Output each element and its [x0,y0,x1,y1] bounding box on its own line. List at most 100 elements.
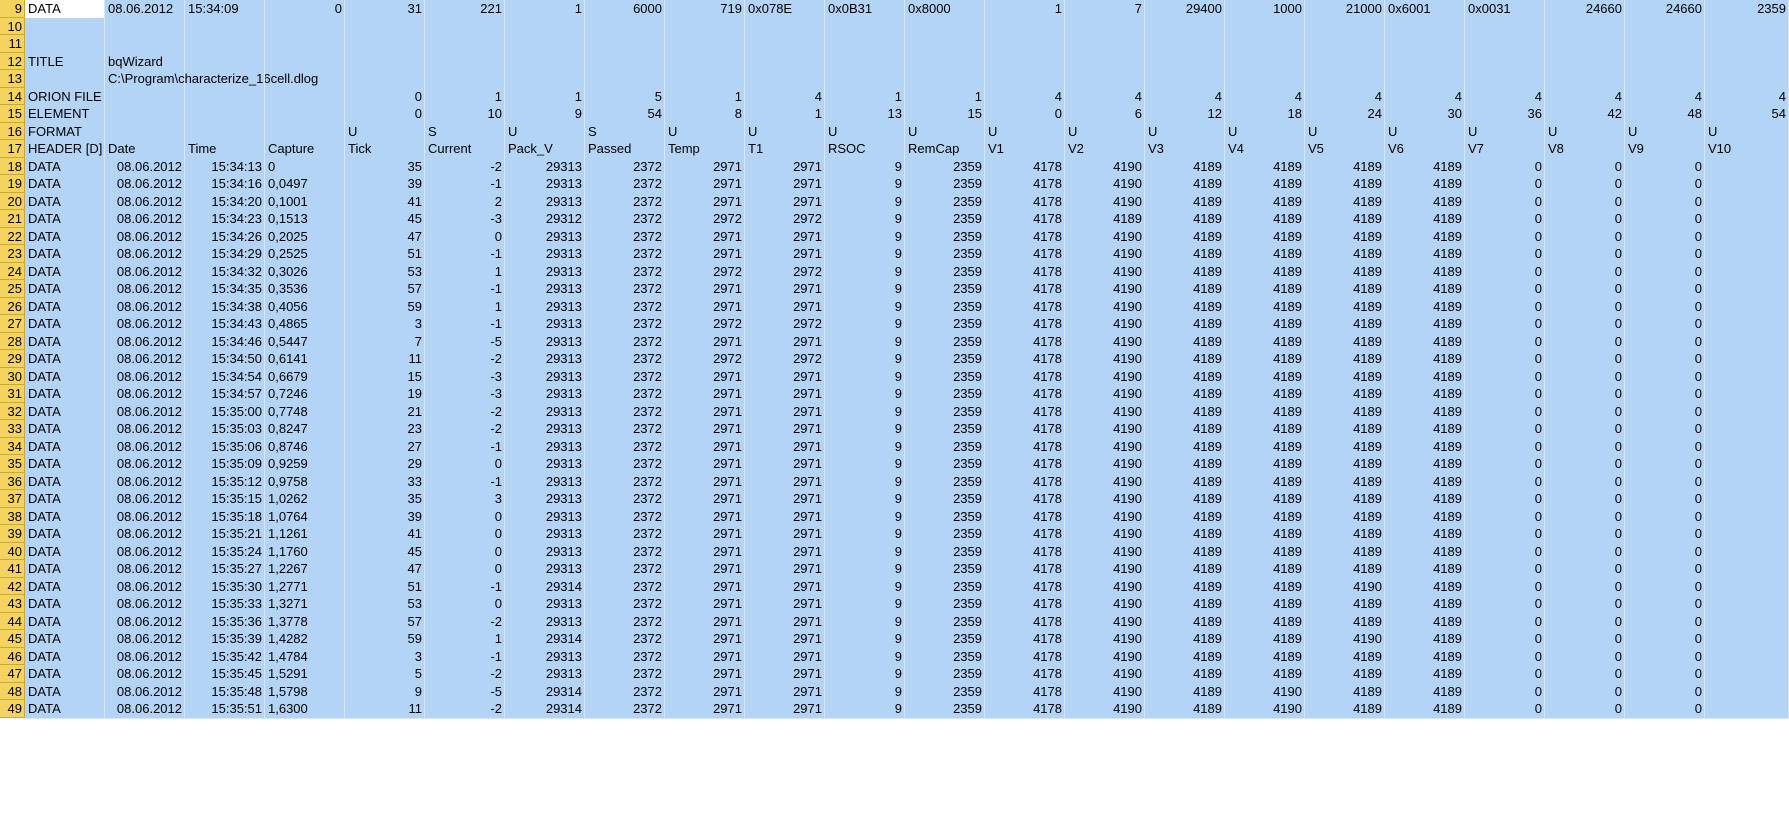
cell[interactable]: U [1305,122,1385,140]
cell[interactable]: 0 [1465,630,1545,648]
cell[interactable]: 4190 [1065,157,1145,175]
cell[interactable]: 2971 [665,332,745,350]
cell[interactable]: 4 [1465,87,1545,105]
cell[interactable]: 4189 [1385,455,1465,473]
cell[interactable]: 0,6141 [265,350,345,368]
cell[interactable]: 08.06.2012 [105,525,185,543]
cell[interactable]: 1 [665,87,745,105]
cell[interactable]: 12 [1145,105,1225,123]
cell[interactable] [745,70,825,88]
cell[interactable]: 4 [745,87,825,105]
cell[interactable]: 2972 [665,262,745,280]
cell[interactable]: 4189 [1145,472,1225,490]
cell[interactable]: 2972 [665,350,745,368]
cell[interactable]: 08.06.2012 [105,315,185,333]
cell[interactable]: 4189 [1145,700,1225,718]
cell[interactable]: 9 [825,647,905,665]
cell[interactable]: 2 [425,192,505,210]
cell[interactable]: 4178 [985,227,1065,245]
cell[interactable]: 0x078E [745,0,825,18]
cell[interactable] [265,52,345,70]
cell[interactable]: 4189 [1305,507,1385,525]
cell[interactable] [265,122,345,140]
cell[interactable]: 4189 [1385,315,1465,333]
cell[interactable]: U [1545,122,1625,140]
cell[interactable]: 39 [345,175,425,193]
cell[interactable]: 2971 [745,175,825,193]
cell[interactable]: 4189 [1225,437,1305,455]
row-header[interactable]: 42 [0,577,25,595]
cell[interactable]: 0 [425,227,505,245]
cell[interactable]: 53 [345,595,425,613]
cell[interactable]: 4189 [1305,682,1385,700]
cell[interactable]: 4178 [985,297,1065,315]
cell[interactable]: 0x0031 [1465,0,1545,18]
cell[interactable]: 3 [345,315,425,333]
cell[interactable]: V8 [1545,140,1625,158]
cell[interactable] [1705,35,1789,53]
cell[interactable]: 08.06.2012 [105,280,185,298]
cell[interactable]: 2971 [665,402,745,420]
cell[interactable]: 4189 [1385,490,1465,508]
cell[interactable]: 29313 [505,420,585,438]
cell[interactable]: 4189 [1145,577,1225,595]
cell[interactable] [1705,332,1789,350]
cell[interactable]: 4178 [985,262,1065,280]
row-header[interactable]: 33 [0,420,25,438]
cell[interactable]: 6000 [585,0,665,18]
cell[interactable] [665,35,745,53]
cell[interactable]: 08.06.2012 [105,245,185,263]
cell[interactable]: 1,5798 [265,682,345,700]
cell[interactable]: -1 [425,245,505,263]
cell[interactable]: 2971 [665,700,745,718]
cell[interactable]: 4189 [1225,595,1305,613]
cell[interactable] [1385,17,1465,35]
cell[interactable]: 0 [1465,542,1545,560]
cell[interactable] [825,52,905,70]
cell[interactable]: 0 [1465,227,1545,245]
cell[interactable]: DATA [25,472,105,490]
cell[interactable]: 4178 [985,437,1065,455]
cell[interactable] [1705,385,1789,403]
cell[interactable]: 1 [825,87,905,105]
cell[interactable]: 2359 [905,175,985,193]
cell[interactable]: RemCap [905,140,985,158]
cell[interactable]: 719 [665,0,745,18]
cell[interactable] [1545,70,1625,88]
cell[interactable] [1625,52,1705,70]
cell[interactable]: bqWizard [105,52,185,70]
cell[interactable]: 08.06.2012 [105,595,185,613]
cell[interactable]: 4178 [985,542,1065,560]
cell[interactable]: 4190 [1065,630,1145,648]
cell[interactable]: 2372 [585,280,665,298]
cell[interactable]: 08.06.2012 [105,385,185,403]
cell[interactable]: 0 [1545,472,1625,490]
cell[interactable]: 0 [1625,490,1705,508]
cell[interactable]: 2359 [905,665,985,683]
cell[interactable]: 15:34:54 [185,367,265,385]
cell[interactable]: 4189 [1145,542,1225,560]
cell[interactable]: 45 [345,542,425,560]
cell[interactable]: 2971 [665,175,745,193]
cell[interactable] [425,35,505,53]
cell[interactable]: 29313 [505,595,585,613]
cell[interactable]: 29313 [505,542,585,560]
row-header[interactable]: 25 [0,280,25,298]
cell[interactable]: 4189 [1385,332,1465,350]
row-header[interactable]: 12 [0,52,25,70]
cell[interactable] [1465,17,1545,35]
cell[interactable]: 2359 [905,192,985,210]
cell[interactable]: 9 [825,227,905,245]
row-header[interactable]: 39 [0,525,25,543]
cell[interactable]: 29313 [505,332,585,350]
cell[interactable]: 0 [425,542,505,560]
cell[interactable]: 4189 [1385,245,1465,263]
cell[interactable]: DATA [25,420,105,438]
cell[interactable]: 4189 [1225,385,1305,403]
cell[interactable] [265,87,345,105]
cell[interactable] [1705,507,1789,525]
cell[interactable] [745,35,825,53]
cell[interactable]: 4189 [1145,455,1225,473]
cell[interactable] [1705,70,1789,88]
cell[interactable]: 4189 [1305,595,1385,613]
